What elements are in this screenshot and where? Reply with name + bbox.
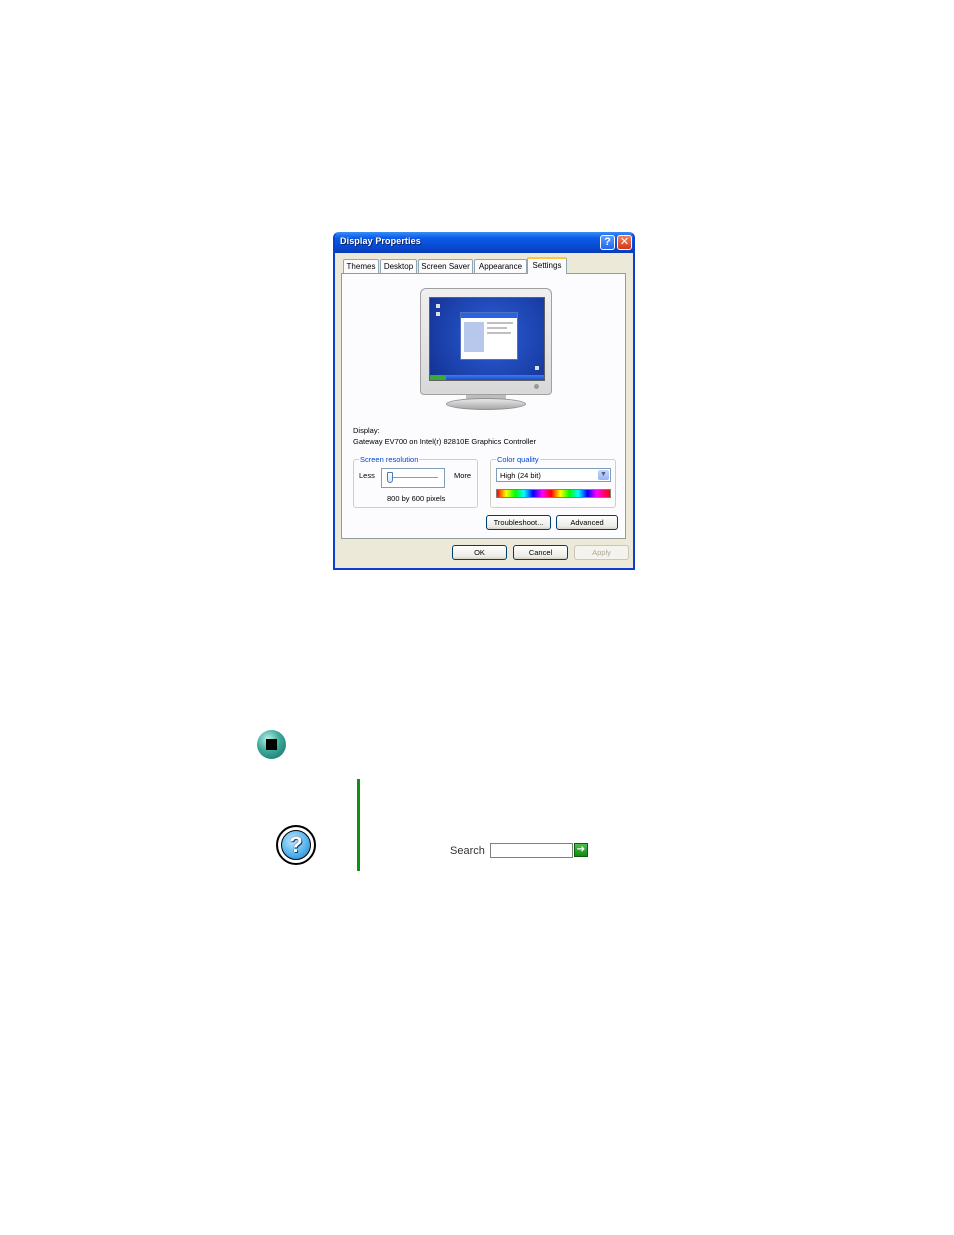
tab-appearance[interactable]: Appearance — [474, 259, 527, 273]
desktop-icon — [436, 312, 440, 316]
slider-thumb[interactable] — [387, 472, 393, 483]
window-title: Display Properties — [340, 236, 421, 246]
desktop-icon — [436, 304, 440, 308]
settings-panel: Display: Gateway EV700 on Intel(r) 82810… — [341, 273, 626, 539]
troubleshoot-button[interactable]: Troubleshoot... — [486, 515, 551, 530]
ok-button[interactable]: OK — [452, 545, 507, 560]
preview-window — [460, 312, 518, 360]
resolution-less-label: Less — [359, 471, 375, 480]
color-quality-group: Color quality High (24 bit) ▼ — [490, 455, 616, 508]
search-input[interactable] — [490, 843, 573, 858]
help-sidebar-rule — [357, 779, 360, 871]
title-bar[interactable]: Display Properties ? ✕ — [335, 232, 633, 253]
screen-resolution-group: Screen resolution Less More 800 by 600 p… — [353, 455, 478, 508]
stop-bullet-icon — [257, 730, 286, 759]
monitor-icon — [420, 288, 552, 395]
power-light-icon — [534, 384, 539, 389]
monitor-screen — [429, 297, 545, 381]
tab-themes[interactable]: Themes — [343, 259, 379, 273]
display-label: Display: — [353, 426, 380, 435]
monitor-base — [446, 398, 526, 410]
display-properties-window: Display Properties ? ✕ Themes Desktop Sc… — [333, 232, 635, 570]
arrow-right-icon[interactable]: ➔ — [574, 843, 588, 857]
advanced-button[interactable]: Advanced — [556, 515, 618, 530]
resolution-more-label: More — [454, 471, 472, 480]
color-quality-value: High (24 bit) — [500, 471, 541, 480]
tab-settings[interactable]: Settings — [527, 257, 567, 274]
resolution-slider[interactable] — [381, 468, 445, 488]
preview-taskbar — [430, 375, 544, 380]
recycle-bin-icon — [535, 366, 539, 370]
color-quality-select[interactable]: High (24 bit) ▼ — [496, 468, 611, 482]
help-icon[interactable]: ? — [600, 235, 615, 250]
screen-resolution-title: Screen resolution — [359, 455, 420, 464]
close-icon[interactable]: ✕ — [617, 235, 632, 250]
resolution-value: 800 by 600 pixels — [387, 494, 446, 503]
color-spectrum-bar — [496, 489, 611, 498]
search-label: Search — [450, 845, 485, 857]
chevron-down-icon[interactable]: ▼ — [598, 470, 609, 480]
tab-desktop[interactable]: Desktop — [380, 259, 417, 273]
cancel-button[interactable]: Cancel — [513, 545, 568, 560]
apply-button[interactable]: Apply — [574, 545, 629, 560]
tab-screen-saver[interactable]: Screen Saver — [418, 259, 473, 273]
color-quality-title: Color quality — [496, 455, 540, 464]
help-circle-icon: ? — [276, 825, 316, 865]
display-value: Gateway EV700 on Intel(r) 82810E Graphic… — [353, 437, 537, 446]
